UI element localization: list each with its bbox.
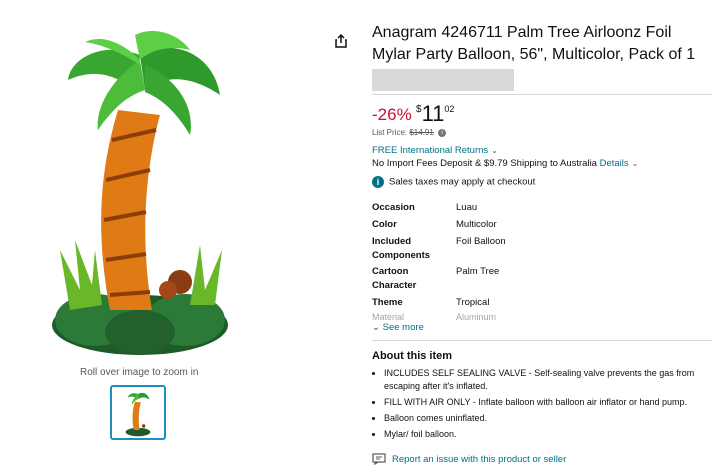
product-title: Anagram 4246711 Palm Tree Airloonz Foil … (372, 24, 696, 63)
spec-key: Occasion (372, 202, 415, 213)
spec-value: Palm Tree (456, 266, 500, 277)
spec-value: Luau (456, 202, 478, 213)
list-price-label: List Price: (372, 128, 408, 137)
divider (372, 340, 712, 341)
spec-key: Material (372, 312, 405, 322)
shipping-text: No Import Fees Deposit & $9.79 Shipping … (372, 158, 597, 169)
report-issue-label: Report an issue with this product or sel… (392, 453, 567, 465)
report-icon (372, 453, 386, 465)
redacted-block (372, 69, 514, 91)
list-price-value: $14.91 (409, 128, 434, 137)
spec-value: Aluminum (456, 312, 497, 322)
chevron-down-icon: ⌄ (372, 322, 380, 333)
about-heading: About this item (372, 350, 453, 362)
price-fraction: 02 (444, 104, 455, 114)
spec-key: Theme (372, 297, 403, 308)
share-icon[interactable] (333, 33, 349, 49)
details-link[interactable]: Details (600, 158, 629, 169)
chevron-down-icon: ⌄ (491, 146, 498, 155)
spec-value: Multicolor (456, 219, 497, 230)
zoom-hint: Roll over image to zoom in (80, 367, 199, 378)
price: $1102 (416, 101, 454, 127)
spec-faded-row: Material Aluminum (372, 312, 572, 322)
see-more-label: See more (382, 322, 424, 333)
discount-percent: -26% (372, 105, 412, 124)
list-item: FILL WITH AIR ONLY - Inflate balloon wit… (384, 396, 718, 409)
product-thumbnail[interactable] (110, 385, 166, 440)
list-item: Mylar/ foil balloon. (384, 428, 718, 441)
info-icon: i (372, 176, 384, 188)
free-returns-link[interactable]: FREE International Returns ⌄ (372, 145, 498, 156)
spec-value: Foil Balloon (456, 236, 506, 247)
list-item: INCLUDES SELF SEALING VALVE - Self-seali… (384, 367, 718, 393)
see-more-link[interactable]: ⌄ See more (372, 322, 424, 333)
info-icon[interactable]: i (438, 128, 447, 137)
divider (372, 94, 712, 95)
tax-note: i Sales taxes may apply at checkout (372, 176, 535, 188)
report-issue-link[interactable]: Report an issue with this product or sel… (372, 453, 566, 465)
price-whole: 11 (421, 101, 445, 126)
free-returns-label: FREE International Returns (372, 145, 489, 156)
spec-key: Included Components (372, 236, 431, 261)
list-price: List Price: $14.91 i (372, 128, 447, 137)
spec-key: Cartoon Character (372, 266, 417, 291)
chevron-down-icon: ⌄ (631, 159, 639, 168)
shipping-info: No Import Fees Deposit & $9.79 Shipping … (372, 158, 638, 169)
list-item: Balloon comes uninflated. (384, 412, 718, 425)
palm-tree-thumbnail-image (125, 392, 151, 436)
tax-note-text: Sales taxes may apply at checkout (389, 176, 536, 188)
spec-value: Tropical (456, 297, 490, 308)
currency-symbol: $ (416, 104, 422, 115)
product-main-image[interactable] (40, 20, 240, 360)
spec-key: Color (372, 219, 397, 230)
about-bullets: INCLUDES SELF SEALING VALVE - Self-seali… (372, 367, 718, 444)
